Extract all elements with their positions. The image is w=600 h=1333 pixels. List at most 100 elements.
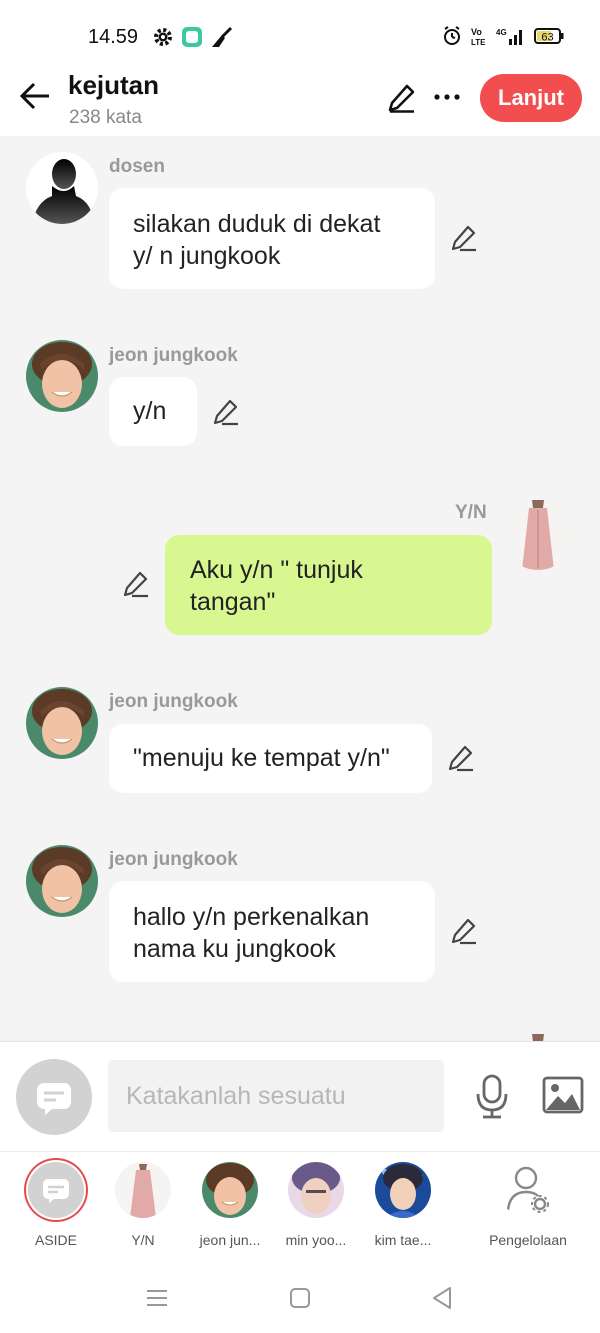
pencil-icon bbox=[213, 399, 238, 426]
character-label: kim tae... bbox=[374, 1232, 432, 1248]
status-bar: 14.59 Vo LTE 4G 63 bbox=[0, 0, 600, 70]
arrow-left-icon bbox=[19, 82, 49, 110]
aside-avatar bbox=[28, 1162, 84, 1218]
sender-name: jeon jungkook bbox=[109, 345, 238, 366]
user-settings-icon bbox=[500, 1162, 556, 1218]
avatar-jeon-jungkook[interactable] bbox=[26, 687, 98, 759]
avatar-photo bbox=[26, 687, 98, 759]
character-min-yoongi[interactable]: min yoo... bbox=[271, 1162, 361, 1248]
more-dots-icon bbox=[434, 94, 460, 100]
edit-message-button[interactable] bbox=[212, 398, 240, 426]
avatar bbox=[288, 1162, 344, 1218]
signal-icon: 4G bbox=[496, 26, 526, 51]
character-kim-taehyung[interactable]: kim tae... bbox=[358, 1162, 448, 1248]
story-title: kejutan bbox=[68, 70, 160, 100]
edit-message-button[interactable] bbox=[122, 570, 150, 598]
avatar-photo bbox=[115, 1162, 171, 1218]
edit-message-button[interactable] bbox=[450, 917, 478, 945]
character-jeon-jungkook[interactable]: jeon jun... bbox=[185, 1162, 275, 1248]
status-indicators: Vo LTE 4G 63 bbox=[442, 26, 564, 51]
avatar-jeon-jungkook[interactable] bbox=[26, 845, 98, 917]
message-line: tangan" bbox=[190, 588, 276, 616]
message-bubble[interactable]: "menuju ke tempat y/n" bbox=[109, 724, 432, 793]
svg-text:LTE: LTE bbox=[471, 38, 486, 46]
pencil-icon bbox=[388, 84, 415, 113]
character-aside[interactable]: ASIDE bbox=[11, 1162, 101, 1248]
sender-name: jeon jungkook bbox=[109, 691, 238, 712]
message-line: "menuju ke tempat y/n" bbox=[133, 744, 390, 772]
square-icon bbox=[290, 1288, 310, 1308]
avatar bbox=[202, 1162, 258, 1218]
message-bubble[interactable]: Aku y/n " tunjuk tangan" bbox=[165, 535, 492, 635]
message-input[interactable] bbox=[108, 1060, 444, 1132]
image-icon bbox=[542, 1076, 584, 1114]
avatar-photo bbox=[26, 845, 98, 917]
back-button[interactable] bbox=[18, 78, 54, 114]
menu-nav-button[interactable] bbox=[142, 1283, 172, 1313]
alarm-icon bbox=[442, 26, 462, 51]
sender-name: jeon jungkook bbox=[109, 849, 238, 870]
avatar-dosen[interactable] bbox=[26, 152, 98, 224]
sender-name: Y/N bbox=[455, 502, 487, 523]
avatar-photo bbox=[26, 340, 98, 412]
character-label: Pengelolaan bbox=[489, 1232, 567, 1248]
microphone-icon bbox=[476, 1074, 508, 1119]
manage-characters-button[interactable]: Pengelolaan bbox=[476, 1162, 580, 1248]
pencil-icon bbox=[451, 225, 476, 252]
message-bubble[interactable]: hallo y/n perkenalkan nama ku jungkook bbox=[109, 881, 435, 982]
avatar-photo bbox=[502, 498, 574, 570]
message-bubble[interactable]: y/n bbox=[109, 377, 197, 446]
home-nav-button[interactable] bbox=[285, 1283, 315, 1313]
more-options-button[interactable] bbox=[430, 82, 464, 112]
battery-icon: 63 bbox=[534, 27, 564, 50]
character-label: ASIDE bbox=[34, 1232, 77, 1248]
edit-message-button[interactable] bbox=[447, 744, 475, 772]
pencil-icon bbox=[448, 745, 473, 772]
chat-area[interactable]: dosen silakan duduk di dekat y/ n jungko… bbox=[0, 136, 600, 1041]
character-bar: ASIDE Y/N jeon jun... min yoo... kim tae… bbox=[0, 1151, 600, 1261]
svg-text:Vo: Vo bbox=[471, 27, 482, 37]
message-line: y/ n jungkook bbox=[133, 242, 281, 270]
chat-bubble-icon bbox=[37, 1083, 71, 1115]
message-bubble[interactable]: silakan duduk di dekat y/ n jungkook bbox=[109, 188, 435, 289]
input-bar bbox=[0, 1041, 600, 1151]
avatar-photo bbox=[288, 1162, 344, 1218]
character-yn[interactable]: Y/N bbox=[98, 1162, 188, 1248]
menu-icon bbox=[147, 1290, 167, 1306]
header: kejutan 238 kata Lanjut bbox=[0, 64, 600, 136]
triangle-back-icon bbox=[433, 1287, 451, 1309]
message-line: silakan duduk di dekat bbox=[133, 210, 381, 238]
person-silhouette-icon bbox=[32, 159, 94, 224]
edit-message-button[interactable] bbox=[450, 224, 478, 252]
character-label: Y/N bbox=[131, 1232, 155, 1248]
character-label: jeon jun... bbox=[199, 1232, 261, 1248]
edit-title-button[interactable] bbox=[386, 82, 418, 114]
status-time: 14.59 bbox=[88, 26, 139, 48]
avatar-jeon-jungkook[interactable] bbox=[26, 340, 98, 412]
system-nav-bar bbox=[0, 1261, 600, 1333]
svg-text:4G: 4G bbox=[496, 28, 507, 37]
avatar-yn[interactable] bbox=[502, 498, 574, 570]
avatar-yn[interactable] bbox=[502, 1032, 574, 1041]
back-nav-button[interactable] bbox=[428, 1283, 458, 1313]
avatar-photo bbox=[502, 1032, 574, 1041]
aside-toggle-button[interactable] bbox=[16, 1059, 92, 1135]
pencil-icon bbox=[451, 918, 476, 945]
message-line: nama ku jungkook bbox=[133, 935, 336, 963]
pencil-icon bbox=[123, 571, 148, 598]
character-label: min yoo... bbox=[285, 1232, 347, 1248]
sender-name: dosen bbox=[109, 156, 165, 177]
message-line: hallo y/n perkenalkan bbox=[133, 903, 370, 931]
battery-level: 63 bbox=[541, 32, 553, 44]
volte-icon: Vo LTE bbox=[470, 26, 488, 51]
image-button[interactable] bbox=[542, 1076, 584, 1114]
chat-bubble-icon bbox=[43, 1179, 69, 1203]
word-count: 238 kata bbox=[69, 107, 142, 128]
message-line: Aku y/n " tunjuk bbox=[190, 556, 363, 584]
microphone-button[interactable] bbox=[474, 1074, 510, 1120]
avatar bbox=[375, 1162, 431, 1218]
continue-button[interactable]: Lanjut bbox=[480, 74, 582, 122]
avatar-photo bbox=[202, 1162, 258, 1218]
avatar-photo bbox=[375, 1162, 431, 1218]
gear-icon bbox=[152, 26, 174, 53]
